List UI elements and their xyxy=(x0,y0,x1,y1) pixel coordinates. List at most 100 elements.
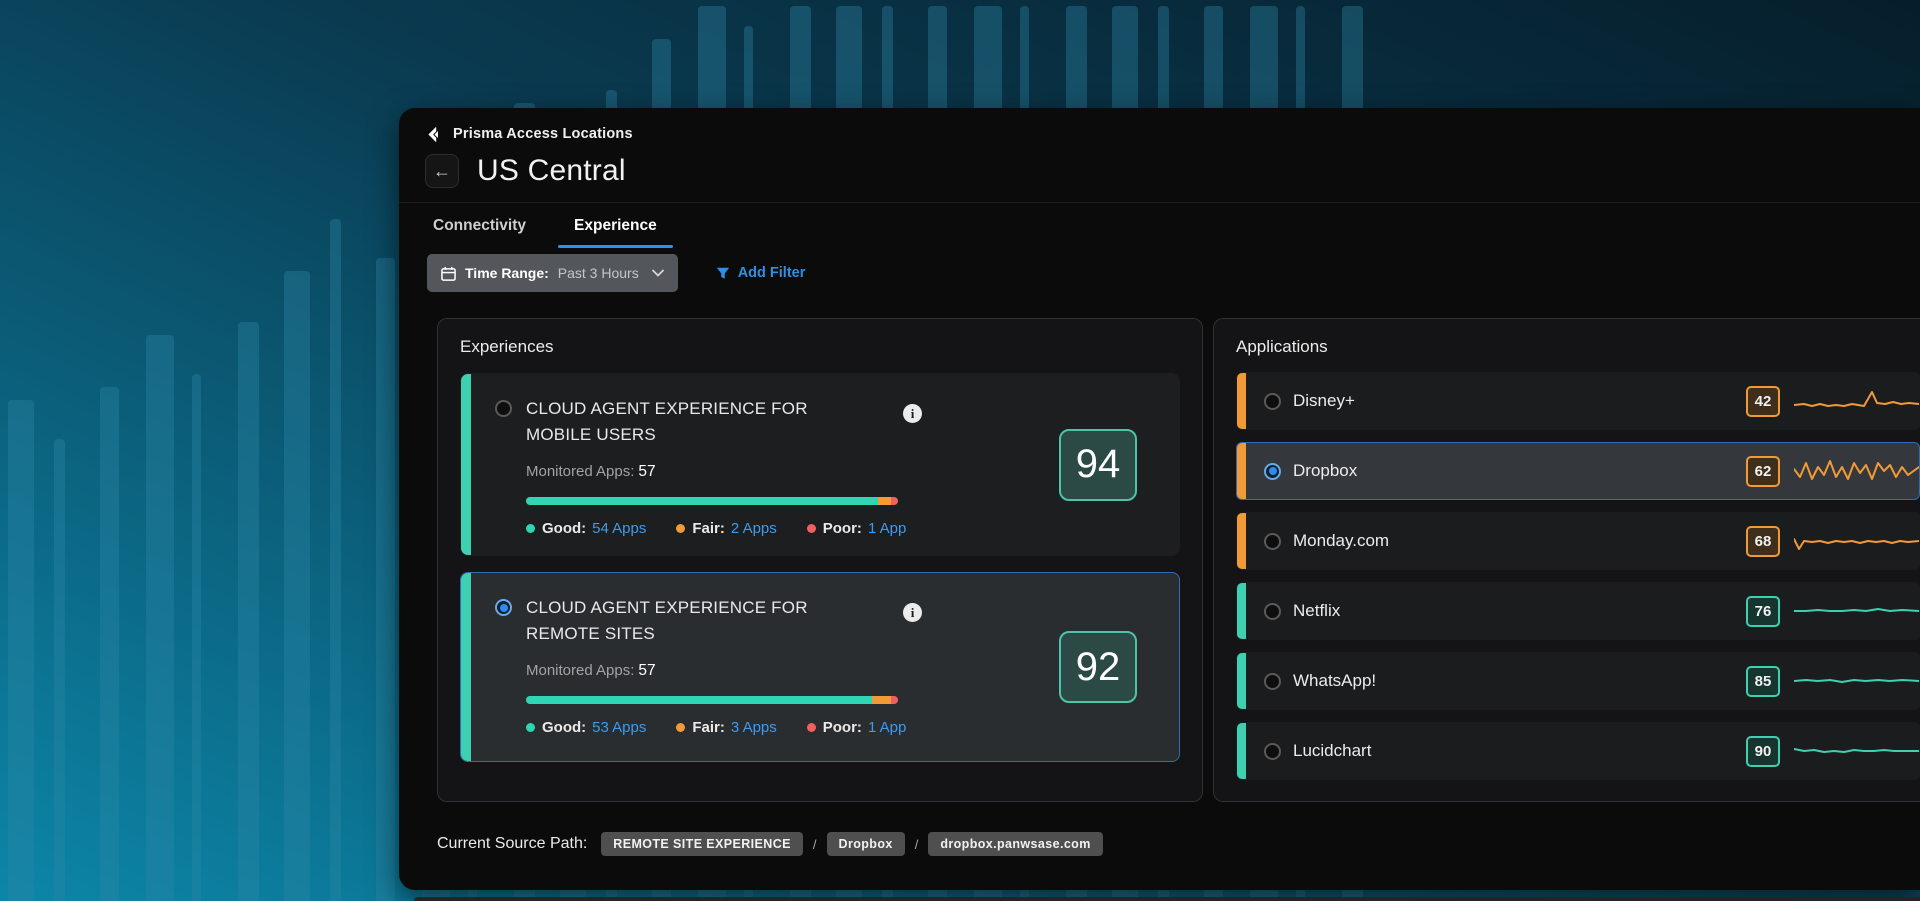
app-sparkline-chart xyxy=(1794,523,1919,559)
app-radio[interactable] xyxy=(1264,673,1281,690)
legend-item: Good: 54 Apps xyxy=(526,520,646,537)
status-dot xyxy=(676,524,685,533)
path-separator: / xyxy=(813,837,817,852)
back-button[interactable]: ← xyxy=(425,154,459,188)
legend-value[interactable]: 1 App xyxy=(868,719,906,736)
main-panel: Prisma Access Locations ← US Central Con… xyxy=(399,108,1920,890)
app-radio[interactable] xyxy=(1264,533,1281,550)
distribution-segment xyxy=(526,497,878,505)
prisma-logo-icon xyxy=(427,126,444,143)
experiences-title: Experiences xyxy=(460,337,1180,357)
tab-connectivity[interactable]: Connectivity xyxy=(415,203,544,248)
background-stripe xyxy=(8,400,34,901)
app-name: Disney+ xyxy=(1293,391,1355,411)
app-score-badge: 68 xyxy=(1746,526,1780,557)
status-dot xyxy=(807,723,816,732)
experience-radio[interactable] xyxy=(495,400,512,417)
time-range-label: Time Range: xyxy=(465,265,549,281)
legend-value[interactable]: 54 Apps xyxy=(592,520,646,537)
status-dot xyxy=(526,524,535,533)
experience-radio[interactable] xyxy=(495,599,512,616)
app-score-badge: 42 xyxy=(1746,386,1780,417)
source-path-breadcrumb: REMOTE SITE EXPERIENCE/Dropbox/dropbox.p… xyxy=(601,832,1102,856)
application-row[interactable]: Lucidchart 90 xyxy=(1236,722,1920,780)
info-icon[interactable]: i xyxy=(903,404,922,423)
tab-label: Experience xyxy=(574,217,657,235)
legend-item: Poor: 1 App xyxy=(807,719,907,736)
app-sparkline-chart xyxy=(1794,453,1919,489)
experiences-panel: Experiences CLOUD AGENT EXPERIENCE FOR M… xyxy=(437,318,1203,802)
app-status-bar xyxy=(1237,723,1246,779)
app-sparkline-chart xyxy=(1794,593,1919,629)
legend-item: Poor:1 App xyxy=(807,520,907,537)
tab-experience[interactable]: Experience xyxy=(556,203,675,248)
applications-panel: Applications Disney+ 42 Dropbox 62 Monda… xyxy=(1213,318,1920,802)
monitored-apps-label: Monitored Apps: xyxy=(526,662,634,679)
app-radio[interactable] xyxy=(1264,603,1281,620)
experience-card-remote-sites[interactable]: CLOUD AGENT EXPERIENCE FOR REMOTE SITES … xyxy=(460,572,1180,762)
distribution-legend: Good: 54 Apps Fair: 2 Apps Poor:1 App xyxy=(526,520,1049,537)
app-status-bar xyxy=(1237,583,1246,639)
monitored-apps-value: 57 xyxy=(638,662,655,679)
app-score-badge: 76 xyxy=(1746,596,1780,627)
background-stripe xyxy=(192,374,201,901)
path-segment-pill: REMOTE SITE EXPERIENCE xyxy=(601,832,803,856)
application-row[interactable]: Monday.com 68 xyxy=(1236,512,1920,570)
legend-label: Fair: xyxy=(692,520,725,537)
calendar-icon xyxy=(441,266,456,281)
app-score-badge: 62 xyxy=(1746,456,1780,487)
app-name: Netflix xyxy=(1293,601,1340,621)
legend-label: Fair: xyxy=(692,719,725,736)
application-row[interactable]: WhatsApp! 85 xyxy=(1236,652,1920,710)
application-row[interactable]: Disney+ 42 xyxy=(1236,372,1920,430)
background-stripe xyxy=(238,322,259,901)
app-distribution-bar xyxy=(526,497,898,505)
add-filter-label: Add Filter xyxy=(738,265,806,281)
distribution-segment xyxy=(891,497,898,505)
legend-value[interactable]: 53 Apps xyxy=(592,719,646,736)
app-status-bar xyxy=(1237,653,1246,709)
legend-label: Good: xyxy=(542,520,586,537)
app-distribution-bar xyxy=(526,696,898,704)
background-stripe xyxy=(146,335,174,901)
experience-score: 94 xyxy=(1059,429,1137,501)
app-status-bar xyxy=(1237,513,1246,569)
source-path-label: Current Source Path: xyxy=(437,835,587,853)
distribution-segment xyxy=(891,696,898,704)
app-status-bar xyxy=(1237,373,1246,429)
filter-funnel-icon xyxy=(716,266,730,280)
monitored-apps-label: Monitored Apps: xyxy=(526,463,634,480)
legend-label: Poor: xyxy=(823,719,862,736)
app-radio[interactable] xyxy=(1264,463,1281,480)
app-name: WhatsApp! xyxy=(1293,671,1376,691)
app-radio[interactable] xyxy=(1264,393,1281,410)
app-radio[interactable] xyxy=(1264,743,1281,760)
status-dot xyxy=(807,524,816,533)
monitored-apps: Monitored Apps:57 xyxy=(526,463,1049,481)
add-filter-button[interactable]: Add Filter xyxy=(716,265,806,281)
experience-card-mobile-users[interactable]: CLOUD AGENT EXPERIENCE FOR MOBILE USERS … xyxy=(460,373,1180,556)
monitored-apps: Monitored Apps:57 xyxy=(526,662,1049,680)
status-dot xyxy=(526,723,535,732)
time-range-dropdown[interactable]: Time Range: Past 3 Hours xyxy=(427,254,678,292)
path-segment-pill: dropbox.panwsase.com xyxy=(928,832,1102,856)
app-sparkline-chart xyxy=(1794,663,1919,699)
legend-value[interactable]: 2 Apps xyxy=(731,520,777,537)
current-source-path: Current Source Path: REMOTE SITE EXPERIE… xyxy=(437,832,1920,856)
app-name: Lucidchart xyxy=(1293,741,1371,761)
distribution-legend: Good:53 AppsFair:3 AppsPoor:1 App xyxy=(526,719,1049,736)
app-status-bar xyxy=(1237,443,1246,499)
next-panel-edge xyxy=(414,897,1920,901)
experience-status-bar xyxy=(461,374,471,555)
application-row[interactable]: Netflix 76 xyxy=(1236,582,1920,640)
distribution-segment xyxy=(878,497,891,505)
app-name: Monday.com xyxy=(1293,531,1389,551)
background-stripe xyxy=(376,258,395,901)
legend-value[interactable]: 1 App xyxy=(868,520,906,537)
legend-value[interactable]: 3 Apps xyxy=(731,719,777,736)
status-dot xyxy=(676,723,685,732)
application-row[interactable]: Dropbox 62 xyxy=(1236,442,1920,500)
app-score-badge: 90 xyxy=(1746,736,1780,767)
info-icon[interactable]: i xyxy=(903,603,922,622)
background-stripe xyxy=(284,271,310,901)
